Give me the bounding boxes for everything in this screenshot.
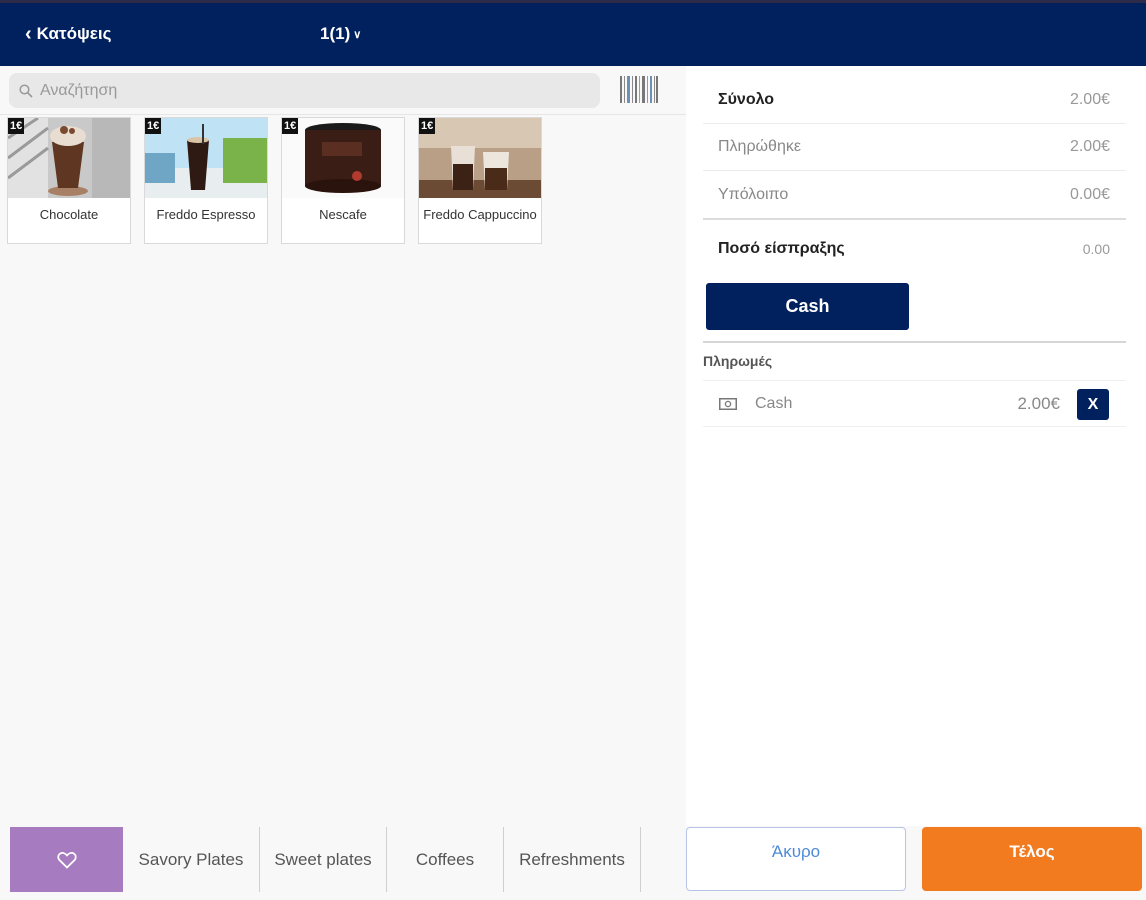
product-name: Chocolate <box>39 207 99 222</box>
product-tile-nescafe[interactable]: 1€ Nescafe <box>281 117 405 244</box>
product-image: 1€ <box>282 118 404 198</box>
search-input[interactable] <box>40 81 540 100</box>
amount-value[interactable]: 0.00 <box>1083 241 1110 257</box>
product-image: 1€ <box>8 118 130 198</box>
table-selector[interactable]: 1(1) ∨ <box>320 24 361 44</box>
table-label: 1(1) <box>320 24 351 43</box>
money-icon <box>719 397 737 410</box>
category-tab-sweet-plates[interactable]: Sweet plates <box>260 827 387 892</box>
balance-value: 0.00€ <box>1069 185 1110 203</box>
paid-row: Πληρώθηκε 2.00€ <box>703 124 1126 171</box>
category-tab-refreshments[interactable]: Refreshments <box>504 827 641 892</box>
finish-button[interactable]: Τέλος <box>922 827 1142 891</box>
heart-icon <box>56 851 77 869</box>
top-bar: ‹ Κατόψεις 1(1) ∨ <box>0 0 1146 66</box>
product-name: Freddo Espresso <box>156 207 256 222</box>
total-label: Σύνολο <box>718 91 775 108</box>
payment-amount: 2.00€ <box>1017 393 1060 413</box>
payment-method: Cash <box>755 394 793 412</box>
bottom-bar: Savory Plates Sweet plates Coffees Refre… <box>0 826 1146 900</box>
search-bar <box>9 73 600 108</box>
chevron-down-icon: ∨ <box>353 28 362 41</box>
barcode-icon[interactable] <box>620 76 658 103</box>
balance-row: Υπόλοιπο 0.00€ <box>703 171 1126 218</box>
divider <box>703 341 1126 343</box>
amount-row[interactable]: Ποσό είσπραξης 0.00 <box>703 220 1126 278</box>
remove-payment-button[interactable]: X <box>1077 389 1109 420</box>
divider <box>0 114 686 115</box>
product-tile-chocolate[interactable]: 1€ Chocolate <box>7 117 131 244</box>
chevron-left-icon: ‹ <box>25 23 32 45</box>
price-badge: 1€ <box>145 118 162 134</box>
payments-heading: Πληρωμές <box>703 353 773 369</box>
category-tab-coffees[interactable]: Coffees <box>387 827 504 892</box>
balance-label: Υπόλοιπο <box>718 185 789 203</box>
back-to-floorplans-button[interactable]: ‹ Κατόψεις <box>25 24 111 44</box>
total-row: Σύνολο 2.00€ <box>703 77 1126 124</box>
product-tile-freddo-cappuccino[interactable]: 1€ Freddo Cappuccino <box>418 117 542 244</box>
category-tab-savory-plates[interactable]: Savory Plates <box>123 827 260 892</box>
total-value: 2.00€ <box>1069 91 1110 108</box>
cash-button[interactable]: Cash <box>706 283 909 330</box>
price-badge: 1€ <box>8 118 25 134</box>
product-tile-freddo-espresso[interactable]: 1€ Freddo Espresso <box>144 117 268 244</box>
paid-value: 2.00€ <box>1069 138 1110 155</box>
product-name: Freddo Cappuccino <box>423 207 537 222</box>
product-grid: 1€ Chocolate 1€ Freddo Espresso 1€ Nesca… <box>7 117 542 244</box>
back-label: Κατόψεις <box>36 24 112 43</box>
search-icon <box>19 83 33 98</box>
paid-label: Πληρώθηκε <box>718 138 801 155</box>
amount-label: Ποσό είσπραξης <box>718 240 845 257</box>
product-panel: 1€ Chocolate 1€ <box>0 66 686 826</box>
product-image: 1€ <box>419 118 541 198</box>
price-badge: 1€ <box>419 118 436 134</box>
favorites-tab[interactable] <box>10 827 123 892</box>
cancel-button[interactable]: Άκυρο <box>686 827 906 891</box>
payment-panel: Σύνολο 2.00€ Πληρώθηκε 2.00€ Υπόλοιπο 0.… <box>686 66 1146 826</box>
price-badge: 1€ <box>282 118 299 134</box>
product-image: 1€ <box>145 118 267 198</box>
payment-row: Cash 2.00€ X <box>703 380 1126 427</box>
product-name: Nescafe <box>319 207 367 222</box>
